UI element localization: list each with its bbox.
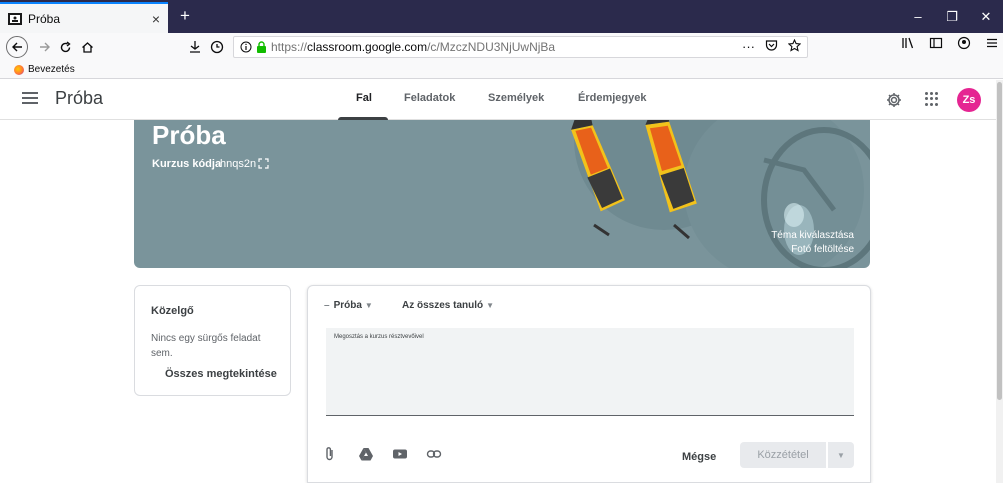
students-dropdown-label: Az összes tanuló <box>402 300 484 311</box>
chevron-down-icon: ▼ <box>364 301 373 310</box>
minimize-button[interactable]: – <box>901 0 935 33</box>
restore-button[interactable]: ❐ <box>935 0 969 33</box>
browser-tab[interactable]: Próba × <box>0 2 168 33</box>
chevron-down-icon: ▼ <box>486 301 495 310</box>
apps-grid-icon[interactable] <box>925 92 939 106</box>
bookmarks-bar: Bevezetés <box>0 61 1003 79</box>
chevron-down-icon: ▼ <box>837 450 845 460</box>
toolbar-right <box>901 36 999 50</box>
tab-people[interactable]: Személyek <box>488 92 544 104</box>
url-area: https://classroom.google.com/c/MzczNDU3N… <box>188 36 808 58</box>
url-host: classroom.google.com <box>307 40 428 54</box>
post-text-input[interactable]: Megosztás a kurzus résztvevőivel <box>326 328 854 416</box>
fullscreen-icon[interactable] <box>258 158 269 169</box>
class-code-value: hnqs2n <box>220 158 257 170</box>
new-tab-button[interactable]: + <box>175 4 195 28</box>
account-icon[interactable] <box>957 36 971 50</box>
view-all-link[interactable]: Összes megtekintése <box>165 368 277 380</box>
reload-icon <box>60 40 71 52</box>
home-icon <box>81 41 93 53</box>
classroom-header: Próba Fal Feladatok Személyek Érdemjegye… <box>0 80 1003 120</box>
info-icon[interactable] <box>240 41 252 53</box>
url-actions: ··· <box>742 39 801 54</box>
upload-photo-link[interactable]: Fotó feltöltése <box>791 244 854 255</box>
back-arrow-icon <box>12 42 22 52</box>
forward-arrow-icon <box>40 42 50 52</box>
class-code-label: Kurzus kódja <box>152 158 222 170</box>
main-menu-icon[interactable] <box>22 92 38 104</box>
hamburger-menu-icon[interactable] <box>985 36 999 50</box>
back-button[interactable] <box>6 36 28 58</box>
cancel-button[interactable]: Mégse <box>682 451 716 463</box>
scrollbar-thumb[interactable] <box>997 82 1002 400</box>
post-options-button[interactable]: ▼ <box>828 442 854 468</box>
tab-title: Próba <box>28 11 61 26</box>
upcoming-empty-text: Nincs egy sürgős feladat sem. <box>151 333 261 359</box>
url-path: /c/MzczNDU3NjUwNjBa <box>427 40 556 54</box>
post-button[interactable]: Közzététel <box>740 442 826 468</box>
students-dropdown[interactable]: Az összes tanuló ▼ <box>402 300 494 311</box>
sidebar-icon[interactable] <box>929 36 943 50</box>
library-icon[interactable] <box>901 36 915 50</box>
forward-button[interactable] <box>34 36 56 58</box>
url-prefix: https:// <box>271 40 308 54</box>
select-theme-link[interactable]: Téma kiválasztása <box>771 230 854 241</box>
post-composer: – Próba ▼ Az összes tanuló ▼ Megosztás a ku… <box>307 285 871 483</box>
youtube-icon[interactable] <box>392 446 408 462</box>
class-banner: Próba Kurzus kódja hnqs2n Téma kiválaszt… <box>134 120 870 268</box>
url-field[interactable]: https://classroom.google.com/c/MzczNDU3N… <box>233 36 808 58</box>
link-icon[interactable] <box>426 446 442 462</box>
history-icon[interactable] <box>210 40 224 54</box>
post-placeholder: Megosztás a kurzus résztvevőivel <box>334 334 424 340</box>
bookmark-star-icon[interactable] <box>788 39 801 52</box>
attachment-icon[interactable] <box>322 446 338 462</box>
tab-close-icon[interactable]: × <box>152 11 160 27</box>
page-actions-icon[interactable]: ··· <box>742 39 755 54</box>
class-dropdown[interactable]: – Próba ▼ <box>324 300 373 311</box>
reload-button[interactable] <box>54 36 76 58</box>
avatar[interactable]: Zs <box>957 88 981 112</box>
window-controls: – ❐ ✕ <box>901 0 1003 33</box>
bookmark-bevezetes[interactable]: Bevezetés <box>28 64 75 75</box>
class-title[interactable]: Próba <box>55 88 103 109</box>
tab-classwork[interactable]: Feladatok <box>404 92 455 104</box>
browser-tab-bar: Próba × + – ❐ ✕ <box>0 0 1003 33</box>
tab-stream[interactable]: Fal <box>356 92 372 104</box>
banner-title: Próba <box>152 120 226 150</box>
close-window-button[interactable]: ✕ <box>969 0 1003 33</box>
gear-icon[interactable] <box>885 91 903 109</box>
lock-icon[interactable] <box>256 41 267 53</box>
tab-grades[interactable]: Érdemjegyek <box>578 92 646 104</box>
firefox-icon <box>14 64 24 75</box>
upcoming-title: Közelgő <box>151 305 194 317</box>
download-icon[interactable] <box>188 40 202 54</box>
classroom-favicon-icon <box>8 12 22 25</box>
browser-nav-bar: https://classroom.google.com/c/MzczNDU3N… <box>0 33 1003 61</box>
home-button[interactable] <box>76 36 98 58</box>
drive-icon[interactable] <box>358 446 374 462</box>
class-dropdown-label: Próba <box>333 300 362 311</box>
pocket-icon[interactable] <box>765 39 778 52</box>
upcoming-card: Közelgő Nincs egy sürgős feladat sem. Ös… <box>134 285 291 396</box>
